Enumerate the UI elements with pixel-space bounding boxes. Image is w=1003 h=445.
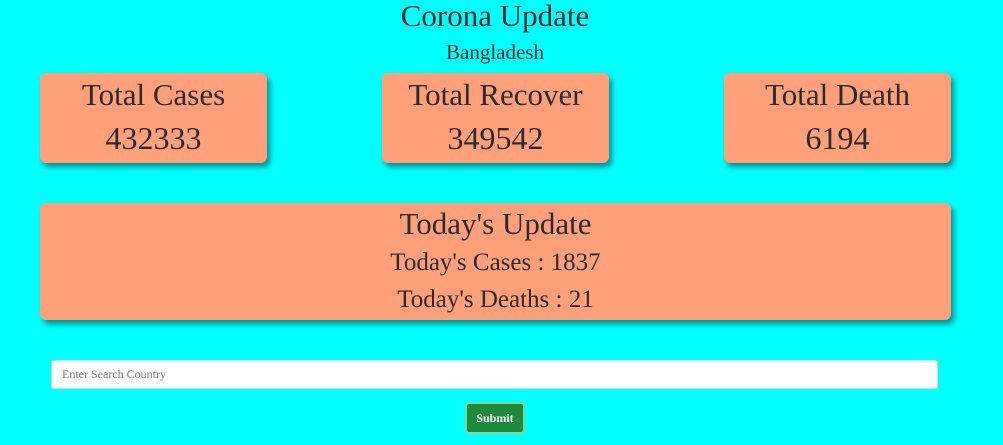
total-recover-value: 349542 [447, 120, 544, 156]
page-title: Corona Update [400, 0, 590, 33]
total-recover-card: Total Recover 349542 [382, 73, 609, 163]
country-name: Bangladesh [446, 40, 544, 64]
total-cases-label: Total Cases [81, 77, 226, 112]
todays-update-heading: Today's Update [399, 206, 592, 241]
total-death-card: Total Death 6194 [724, 73, 951, 163]
submit-button[interactable]: Submit [465, 402, 525, 434]
total-cases-card: Total Cases 432333 [40, 73, 267, 163]
total-death-label: Total Death [764, 77, 911, 112]
total-death-value: 6194 [805, 120, 870, 156]
total-recover-label: Total Recover [408, 77, 583, 112]
todays-deaths: Today's Deaths : 21 [397, 286, 594, 313]
todays-cases: Today's Cases : 1837 [390, 249, 601, 276]
search-country-input[interactable] [51, 360, 938, 389]
total-cases-value: 432333 [105, 120, 202, 156]
todays-update-card: Today's Update Today's Cases : 1837 Toda… [40, 203, 951, 320]
